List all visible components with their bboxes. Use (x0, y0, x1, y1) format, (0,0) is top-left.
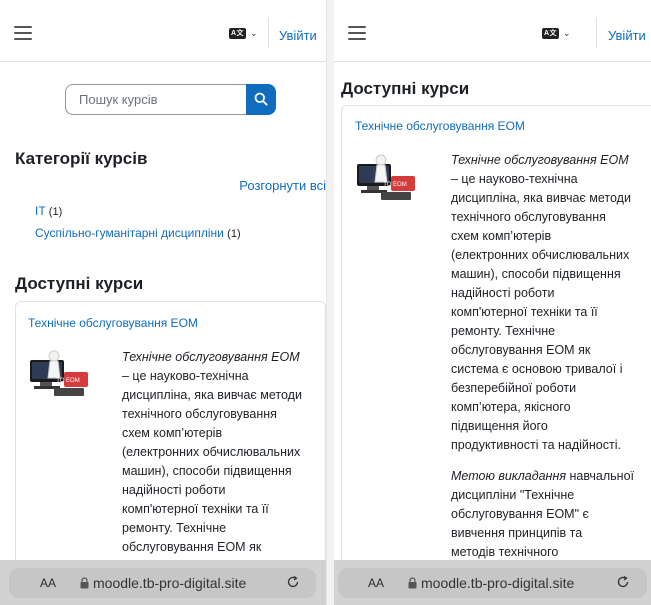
summary-line: обслуговування ЕОМ як (122, 540, 262, 554)
available-courses-title: Доступні курси (15, 274, 144, 293)
browser-bar: AA moodle.tb-pro-digital.site (334, 560, 651, 605)
summary-line: машин), способи підвищення (451, 267, 621, 281)
summary-line: ремонту. Технічне (451, 324, 556, 338)
reader-text-size-button[interactable]: AA (368, 576, 384, 590)
summary-line: надійності роботи (122, 483, 226, 497)
menu-icon[interactable] (348, 26, 366, 40)
category-item-it[interactable]: IT (1) (35, 204, 62, 218)
login-link[interactable]: Увійти (279, 28, 317, 43)
reload-icon[interactable] (286, 575, 300, 589)
summary-line: схем комп’ютерів (122, 426, 223, 440)
summary-line: дисципліна, яка вивчає методи (122, 388, 302, 402)
summary-line: ремонту. Технічне (122, 521, 227, 535)
category-label[interactable]: IT (35, 204, 45, 218)
category-item-humanities[interactable]: Суспільно-гуманітарні дисципліни (1) (35, 226, 241, 240)
language-menu[interactable]: A文 ⌄ (229, 28, 258, 39)
available-courses-title: Доступні курси (341, 79, 470, 98)
menu-icon[interactable] (14, 26, 32, 40)
course-summary: Технічне обслуговування ЕОМ – це науково… (451, 151, 651, 562)
screen-left: A文 ⌄ Увійти Пошук курсів Категорії курсі… (0, 0, 327, 605)
url-text[interactable]: moodle.tb-pro-digital.site (93, 575, 246, 591)
search-input[interactable]: Пошук курсів (65, 84, 247, 115)
category-count: (1) (227, 228, 241, 240)
screen-right: A文 ⌄ Увійти Доступні курси Технічне обсл… (334, 0, 651, 605)
reload-icon[interactable] (616, 575, 630, 589)
course-card: Технічне обслуговування ЕОМ ТО ЕОМ Техні… (15, 301, 326, 571)
expand-all-link[interactable]: Розгорнути всі (239, 178, 326, 193)
summary-line: продуктивності та надійності. (451, 438, 621, 452)
login-link[interactable]: Увійти (608, 28, 646, 43)
goal-rest: навчальної (566, 469, 635, 483)
goal-line: обслуговування ЕОМ" є (451, 507, 589, 521)
summary-line: надійності роботи (451, 286, 555, 300)
reader-text-size-button[interactable]: AA (40, 576, 56, 590)
summary-line: технічного обслуговування (451, 210, 606, 224)
lock-icon (80, 577, 89, 589)
goal-line: дисципліни "Технічне (451, 488, 575, 502)
course-card: Технічне обслуговування ЕОМ ТО ЕОМ Техні… (341, 105, 651, 575)
course-summary-italic: Технічне обслуговування ЕОМ (451, 153, 629, 167)
summary-line: технічного обслуговування (122, 407, 277, 421)
course-summary-italic: Технічне обслуговування ЕОМ (122, 350, 300, 364)
summary-line: машин), способи підвищення (122, 464, 292, 478)
language-menu[interactable]: A文 ⌄ (542, 28, 571, 39)
goal-line: вивчення принципів та (451, 526, 583, 540)
summary-line: комп'ютерної техніки та її (122, 502, 269, 516)
summary-line: підвищення його (451, 419, 548, 433)
course-summary: Технічне обслуговування ЕОМ – це науково… (122, 348, 322, 557)
course-title-link[interactable]: Технічне обслуговування ЕОМ (355, 119, 525, 133)
address-bar[interactable]: AA moodle.tb-pro-digital.site (9, 568, 316, 598)
chevron-down-icon: ⌄ (250, 28, 258, 38)
navbar: A文 ⌄ Увійти (334, 0, 651, 62)
summary-line: комп'ютерної техніки та її (451, 305, 598, 319)
nav-divider (596, 18, 597, 48)
category-count: (1) (48, 206, 63, 218)
language-icon: A文 (542, 28, 559, 39)
summary-line: обслуговування ЕОМ як (451, 343, 591, 357)
goal-paragraph-first-line: Метою викладання навчальної (451, 467, 651, 486)
categories-title: Категорії курсів (15, 149, 148, 168)
lock-icon (408, 577, 417, 589)
svg-text:ТО ЕОМ: ТО ЕОМ (383, 182, 406, 188)
goal-italic: Метою викладання (451, 469, 566, 483)
course-title-link[interactable]: Технічне обслуговування ЕОМ (28, 316, 198, 330)
summary-line: система є основою тривалої і (451, 362, 623, 376)
summary-line: дисципліна, яка вивчає методи (451, 191, 631, 205)
navbar: A文 ⌄ Увійти (0, 0, 326, 62)
category-label[interactable]: Суспільно-гуманітарні дисципліни (35, 226, 224, 240)
chevron-down-icon: ⌄ (563, 28, 571, 38)
summary-line: (електронних обчислювальних (122, 445, 301, 459)
summary-line: – це науково-технічна (122, 369, 249, 383)
summary-line: схем комп’ютерів (451, 229, 552, 243)
url-text[interactable]: moodle.tb-pro-digital.site (421, 575, 574, 591)
svg-text:ТО ЕОМ: ТО ЕОМ (56, 378, 79, 384)
nav-divider (268, 18, 269, 48)
search-icon (254, 92, 268, 106)
language-icon: A文 (229, 28, 246, 39)
search-button[interactable] (246, 84, 276, 115)
browser-bar: AA moodle.tb-pro-digital.site (0, 560, 326, 605)
summary-line: комп’ютера, якісного (451, 400, 571, 414)
course-search: Пошук курсів (65, 84, 276, 115)
summary-line: безперебійної роботи (451, 381, 577, 395)
course-image: ТО ЕОМ (357, 154, 415, 200)
course-image: ТО ЕОМ (30, 350, 88, 396)
summary-line: – це науково-технічна (451, 172, 578, 186)
address-bar[interactable]: AA moodle.tb-pro-digital.site (338, 568, 647, 598)
summary-line: (електронних обчислювальних (451, 248, 630, 262)
screen-gap (327, 0, 334, 605)
